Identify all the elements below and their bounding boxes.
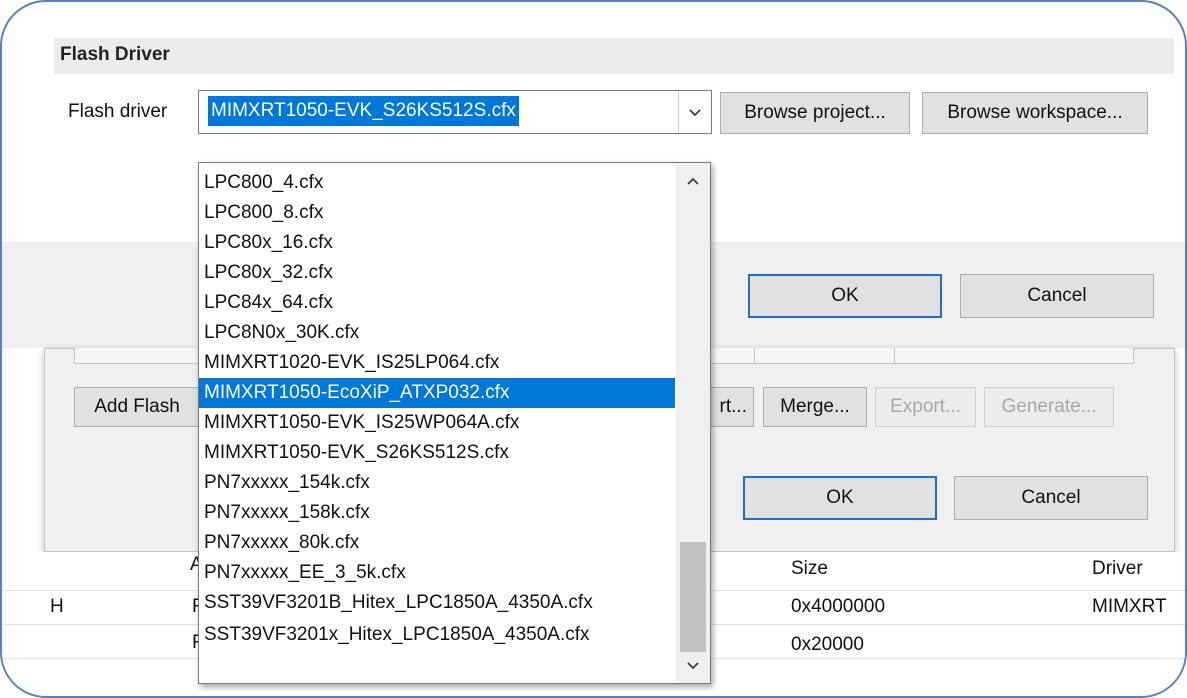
column-divider: [894, 348, 895, 364]
column-header-driver: Driver: [1092, 558, 1143, 579]
outer-ok-button[interactable]: OK: [743, 476, 937, 520]
column-header-size: Size: [791, 558, 828, 579]
table-cell: H: [50, 596, 64, 617]
dropdown-item[interactable]: LPC800_4.cfx: [199, 168, 675, 198]
chevron-down-icon: [687, 662, 699, 670]
outer-cancel-button[interactable]: Cancel: [954, 476, 1148, 520]
dropdown-item[interactable]: PN7xxxxx_EE_3_5k.cfx: [199, 558, 675, 588]
scroll-up-button[interactable]: [678, 169, 708, 193]
dropdown-item[interactable]: LPC84x_64.cfx: [199, 288, 675, 318]
export-button[interactable]: Export...: [875, 387, 976, 427]
generate-button[interactable]: Generate...: [984, 387, 1114, 427]
flash-driver-dropdown-list[interactable]: LPC800_4.cfx LPC800_8.cfx LPC80x_16.cfx LPC…: [198, 162, 711, 684]
chevron-down-icon: [689, 109, 701, 117]
screenshot-frame: Flash Driver Flash driver MIMXRT1050-EVK…: [0, 0, 1187, 698]
dropdown-item[interactable]: LPC8N0x_30K.cfx: [199, 318, 675, 348]
dropdown-item[interactable]: LPC80x_16.cfx: [199, 228, 675, 258]
ok-button[interactable]: OK: [748, 274, 942, 318]
chevron-up-icon: [687, 177, 699, 185]
dropdown-item[interactable]: LPC800_8.cfx: [199, 198, 675, 228]
browse-workspace-button[interactable]: Browse workspace...: [922, 92, 1148, 134]
dropdown-items: LPC800_4.cfx LPC800_8.cfx LPC80x_16.cfx LPC…: [199, 163, 675, 650]
dropdown-toggle-button[interactable]: [678, 91, 711, 133]
add-flash-button[interactable]: Add Flash: [74, 387, 200, 427]
scroll-down-button[interactable]: [678, 653, 708, 677]
section-title: Flash Driver: [60, 44, 170, 65]
flash-driver-selected-value[interactable]: MIMXRT1050-EVK_S26KS512S.cfx: [208, 96, 519, 126]
dropdown-item[interactable]: PN7xxxxx_80k.cfx: [199, 528, 675, 558]
dropdown-item[interactable]: MIMXRT1050-EVK_IS25WP064A.cfx: [199, 408, 675, 438]
table-cell-size: 0x20000: [791, 634, 864, 655]
section-header-bar: [54, 38, 1174, 74]
cancel-button[interactable]: Cancel: [960, 274, 1154, 318]
dropdown-item[interactable]: SST39VF3201x_Hitex_LPC1850A_4350A.cfx: [199, 620, 675, 650]
dropdown-item[interactable]: PN7xxxxx_158k.cfx: [199, 498, 675, 528]
scrollbar-thumb[interactable]: [680, 542, 706, 652]
dropdown-item[interactable]: LPC80x_32.cfx: [199, 258, 675, 288]
dropdown-item[interactable]: PN7xxxxx_154k.cfx: [199, 468, 675, 498]
flash-driver-label: Flash driver: [68, 101, 168, 122]
dropdown-item[interactable]: SST39VF3201B_Hitex_LPC1850A_4350A.cfx: [199, 588, 675, 618]
dropdown-item[interactable]: MIMXRT1020-EVK_IS25LP064.cfx: [199, 348, 675, 378]
dropdown-item[interactable]: MIMXRT1050-EcoXiP_ATXP032.cfx: [199, 378, 675, 408]
merge-button[interactable]: Merge...: [763, 387, 867, 427]
dropdown-item[interactable]: MIMXRT1050-EVK_S26KS512S.cfx: [199, 438, 675, 468]
browse-project-button[interactable]: Browse project...: [720, 92, 910, 134]
column-divider: [754, 348, 755, 364]
table-cell-driver: MIMXRT: [1092, 596, 1167, 617]
table-cell-size: 0x4000000: [791, 596, 886, 617]
